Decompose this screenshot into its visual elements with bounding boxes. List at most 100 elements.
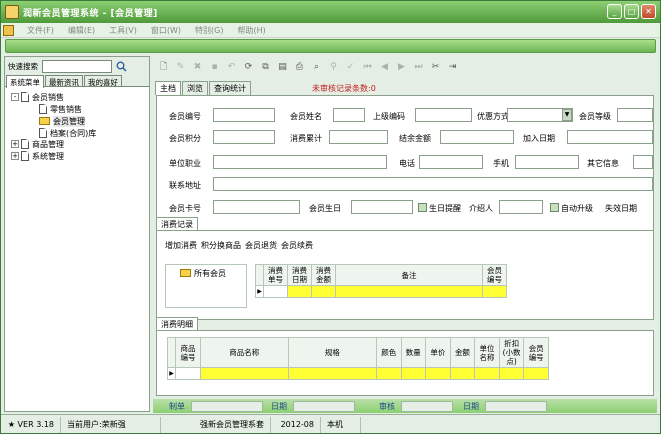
- collapse-icon[interactable]: -: [11, 93, 19, 101]
- cell[interactable]: [311, 285, 336, 298]
- member-no-field[interactable]: [213, 108, 275, 122]
- tab-master[interactable]: 主档: [155, 81, 181, 95]
- col-spec[interactable]: 规格: [287, 337, 377, 368]
- search-icon[interactable]: ⌕: [310, 61, 323, 74]
- exit-icon[interactable]: ⇥: [446, 61, 459, 74]
- tab-favorites[interactable]: 我的喜好: [84, 75, 122, 87]
- menu-tools[interactable]: 工具(V): [102, 25, 144, 36]
- maximize-icon[interactable]: □: [624, 4, 639, 19]
- cell[interactable]: [482, 285, 507, 298]
- tab-system-menu[interactable]: 系统菜单: [6, 75, 44, 88]
- col-color[interactable]: 颜色: [375, 337, 402, 368]
- auto-upgrade-checkbox[interactable]: [550, 203, 559, 212]
- menu-edit[interactable]: 编辑(E): [61, 25, 102, 36]
- cell[interactable]: [474, 367, 500, 380]
- points-exchange-button[interactable]: 积分换商品: [201, 240, 241, 251]
- card-no-field[interactable]: [213, 200, 300, 214]
- new-icon[interactable]: 🗋: [157, 61, 170, 74]
- col-consume-no[interactable]: 消费单号: [263, 264, 288, 286]
- minimize-icon[interactable]: _: [607, 4, 622, 19]
- edit-icon[interactable]: ✎: [174, 61, 187, 74]
- table-row[interactable]: ▶: [255, 285, 507, 298]
- preview-icon[interactable]: ▤: [276, 61, 289, 74]
- tree-item-all-members[interactable]: 所有会员: [180, 268, 226, 278]
- cell[interactable]: [449, 367, 476, 380]
- tools-icon[interactable]: ✂: [429, 61, 442, 74]
- search-icon[interactable]: [115, 60, 128, 73]
- cell[interactable]: [425, 367, 451, 380]
- menu-special[interactable]: 特别(G): [188, 25, 230, 36]
- expand-icon[interactable]: +: [11, 140, 19, 148]
- tab-browse[interactable]: 浏览: [182, 81, 208, 95]
- menu-file[interactable]: 文件(F): [20, 25, 61, 36]
- col-member-no[interactable]: 会员编号: [482, 264, 507, 286]
- undo-icon[interactable]: ↶: [225, 61, 238, 74]
- col-member-no[interactable]: 会员编号: [523, 337, 549, 368]
- tree-item-retail-sales[interactable]: 零售销售: [39, 104, 82, 114]
- audit-field[interactable]: [401, 401, 453, 412]
- col-product-name[interactable]: 商品名称: [199, 337, 289, 368]
- col-amount[interactable]: 金额: [449, 337, 476, 368]
- parent-no-field[interactable]: [415, 108, 472, 122]
- consume-total-field[interactable]: [329, 130, 388, 144]
- date-field-1[interactable]: [293, 401, 355, 412]
- tab-query-stats[interactable]: 查询统计: [209, 81, 251, 95]
- member-name-field[interactable]: [333, 108, 365, 122]
- col-qty[interactable]: 数量: [400, 337, 427, 368]
- phone-field[interactable]: [419, 155, 483, 169]
- col-consume-date[interactable]: 消费日期: [287, 264, 312, 286]
- table-row[interactable]: ▶: [166, 367, 549, 380]
- tab-consume-detail[interactable]: 消费明细: [156, 317, 198, 330]
- other-info-field[interactable]: [633, 155, 653, 169]
- address-field[interactable]: [213, 177, 653, 191]
- cell[interactable]: [523, 367, 549, 380]
- birthday-remind-checkbox[interactable]: [418, 203, 427, 212]
- member-renew-button[interactable]: 会员续费: [281, 240, 313, 251]
- cell[interactable]: [375, 367, 402, 380]
- cell[interactable]: [287, 285, 312, 298]
- col-remark[interactable]: 备注: [335, 264, 483, 286]
- work-unit-field[interactable]: [213, 155, 387, 169]
- chevron-down-icon[interactable]: ▼: [562, 109, 572, 121]
- join-date-field[interactable]: [567, 130, 653, 144]
- tree-item-system-management[interactable]: + 系统管理: [11, 151, 64, 161]
- cell[interactable]: [400, 367, 427, 380]
- cell[interactable]: [263, 285, 288, 298]
- tree-item-member-management[interactable]: 会员管理: [39, 115, 85, 127]
- save-icon[interactable]: ▪: [208, 61, 221, 74]
- menu-help[interactable]: 帮助(H): [230, 25, 272, 36]
- tree-item-member-sales[interactable]: - 会员销售: [11, 92, 64, 102]
- mobile-field[interactable]: [515, 155, 579, 169]
- member-level-field[interactable]: [617, 108, 653, 122]
- col-consume-amount[interactable]: 消费金额: [311, 264, 336, 286]
- filter-icon[interactable]: ⚲: [327, 61, 340, 74]
- cell[interactable]: [175, 367, 201, 380]
- last-icon[interactable]: ⏭: [412, 61, 425, 74]
- col-discount[interactable]: 折扣(小数点): [498, 337, 525, 368]
- copy-icon[interactable]: ⧉: [259, 61, 272, 74]
- close-icon[interactable]: ✕: [641, 4, 656, 19]
- col-unit[interactable]: 单位名称: [474, 337, 500, 368]
- print-icon[interactable]: ⎙: [293, 61, 306, 74]
- tab-consume-records[interactable]: 消费记录: [156, 217, 198, 230]
- cell[interactable]: [498, 367, 525, 380]
- member-return-button[interactable]: 会员退货: [245, 240, 277, 251]
- cell[interactable]: [199, 367, 289, 380]
- tree-item-archive[interactable]: 档案(合同)库: [39, 128, 96, 138]
- tree-item-product-management[interactable]: + 商品管理: [11, 139, 64, 149]
- col-price[interactable]: 单价: [425, 337, 451, 368]
- quick-search-input[interactable]: [42, 59, 112, 73]
- expand-icon[interactable]: +: [11, 152, 19, 160]
- menu-window[interactable]: 窗口(W): [144, 25, 188, 36]
- made-by-field[interactable]: [191, 401, 263, 412]
- date-field-2[interactable]: [485, 401, 547, 412]
- delete-icon[interactable]: ✖: [191, 61, 204, 74]
- balance-field[interactable]: [440, 130, 514, 144]
- add-consume-button[interactable]: 增加消费: [165, 240, 197, 251]
- col-product-no[interactable]: 商品编号: [175, 337, 201, 368]
- tab-latest-news[interactable]: 最新资讯: [45, 75, 83, 87]
- birthday-field[interactable]: [351, 200, 413, 214]
- member-points-field[interactable]: [213, 130, 275, 144]
- audit-icon[interactable]: ✓: [344, 61, 357, 74]
- next-icon[interactable]: ▶: [395, 61, 408, 74]
